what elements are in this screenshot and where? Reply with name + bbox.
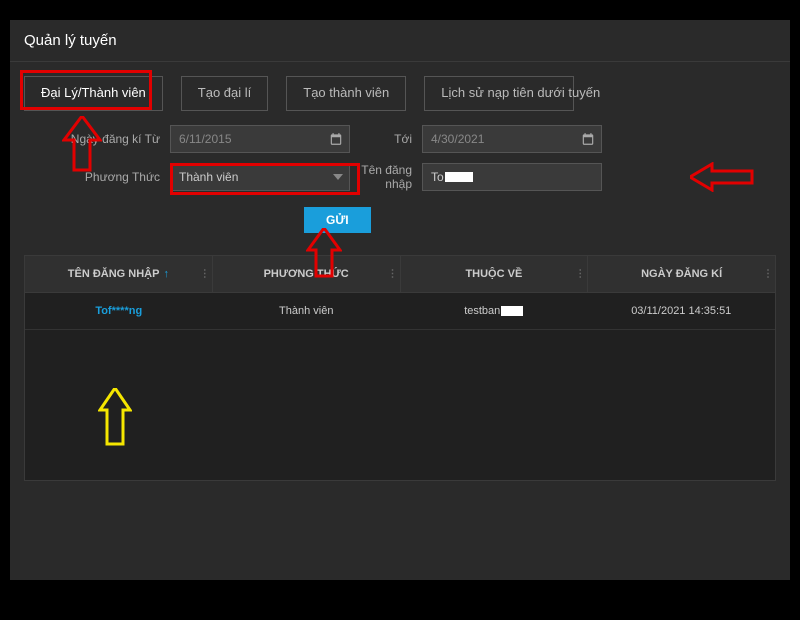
- input-date-to[interactable]: 4/30/2021: [422, 125, 602, 153]
- tab-create-agent[interactable]: Tạo đại lí: [181, 76, 268, 111]
- col-method[interactable]: PHƯƠNG THỨC ⋮: [213, 256, 401, 292]
- label-date-to: Tới: [356, 132, 416, 146]
- label-method: Phương Thức: [24, 170, 164, 184]
- cell-belong: testban: [400, 293, 588, 329]
- col-date[interactable]: NGÀY ĐĂNG KÍ ⋮: [588, 256, 775, 292]
- input-login[interactable]: To: [422, 163, 602, 191]
- drag-handle-icon[interactable]: ⋮: [200, 268, 208, 279]
- page-title: Quản lý tuyến: [10, 20, 790, 62]
- tab-deposit-history[interactable]: Lịch sử nạp tiên dưới tuyến: [424, 76, 574, 111]
- table-empty-space: [25, 330, 775, 480]
- tab-bar: Đại Lý/Thành viên Tạo đại lí Tạo thành v…: [10, 62, 790, 115]
- redaction-mask: [501, 306, 523, 316]
- filter-form: Ngày đăng kí Từ 6/11/2015 Tới 4/30/2021 …: [10, 115, 790, 201]
- label-login: Tên đăng nhập: [356, 163, 416, 191]
- table-row: Tof****ng Thành viên testban 03/11/2021 …: [25, 293, 775, 330]
- cell-login[interactable]: Tof****ng: [25, 293, 213, 329]
- label-date-from: Ngày đăng kí Từ: [24, 132, 164, 146]
- drag-handle-icon[interactable]: ⋮: [575, 268, 583, 279]
- submit-button[interactable]: GỬI: [304, 207, 371, 233]
- sort-asc-icon: ↑: [163, 268, 169, 280]
- redaction-mask: [445, 172, 473, 182]
- table-header: TÊN ĐĂNG NHẬP↑ ⋮ PHƯƠNG THỨC ⋮ THUỘC VỀ …: [25, 256, 775, 293]
- tab-agent-member[interactable]: Đại Lý/Thành viên: [24, 76, 163, 111]
- value-date-from: 6/11/2015: [179, 132, 232, 146]
- chevron-down-icon: [333, 172, 343, 182]
- calendar-icon: [581, 132, 595, 146]
- cell-method: Thành viên: [213, 293, 401, 329]
- main-panel: Quản lý tuyến Đại Lý/Thành viên Tạo đại …: [10, 20, 790, 580]
- tab-create-member[interactable]: Tạo thành viên: [286, 76, 406, 111]
- input-date-from[interactable]: 6/11/2015: [170, 125, 350, 153]
- cell-date: 03/11/2021 14:35:51: [588, 293, 776, 329]
- select-method[interactable]: Thành viên: [170, 163, 350, 191]
- results-table: TÊN ĐĂNG NHẬP↑ ⋮ PHƯƠNG THỨC ⋮ THUỘC VỀ …: [24, 255, 776, 481]
- value-date-to: 4/30/2021: [431, 132, 484, 146]
- col-belong[interactable]: THUỘC VỀ ⋮: [401, 256, 589, 292]
- value-login: To: [431, 170, 444, 184]
- drag-handle-icon[interactable]: ⋮: [388, 268, 396, 279]
- calendar-icon: [329, 132, 343, 146]
- col-login[interactable]: TÊN ĐĂNG NHẬP↑ ⋮: [25, 256, 213, 292]
- value-method: Thành viên: [179, 170, 238, 184]
- drag-handle-icon[interactable]: ⋮: [763, 268, 771, 279]
